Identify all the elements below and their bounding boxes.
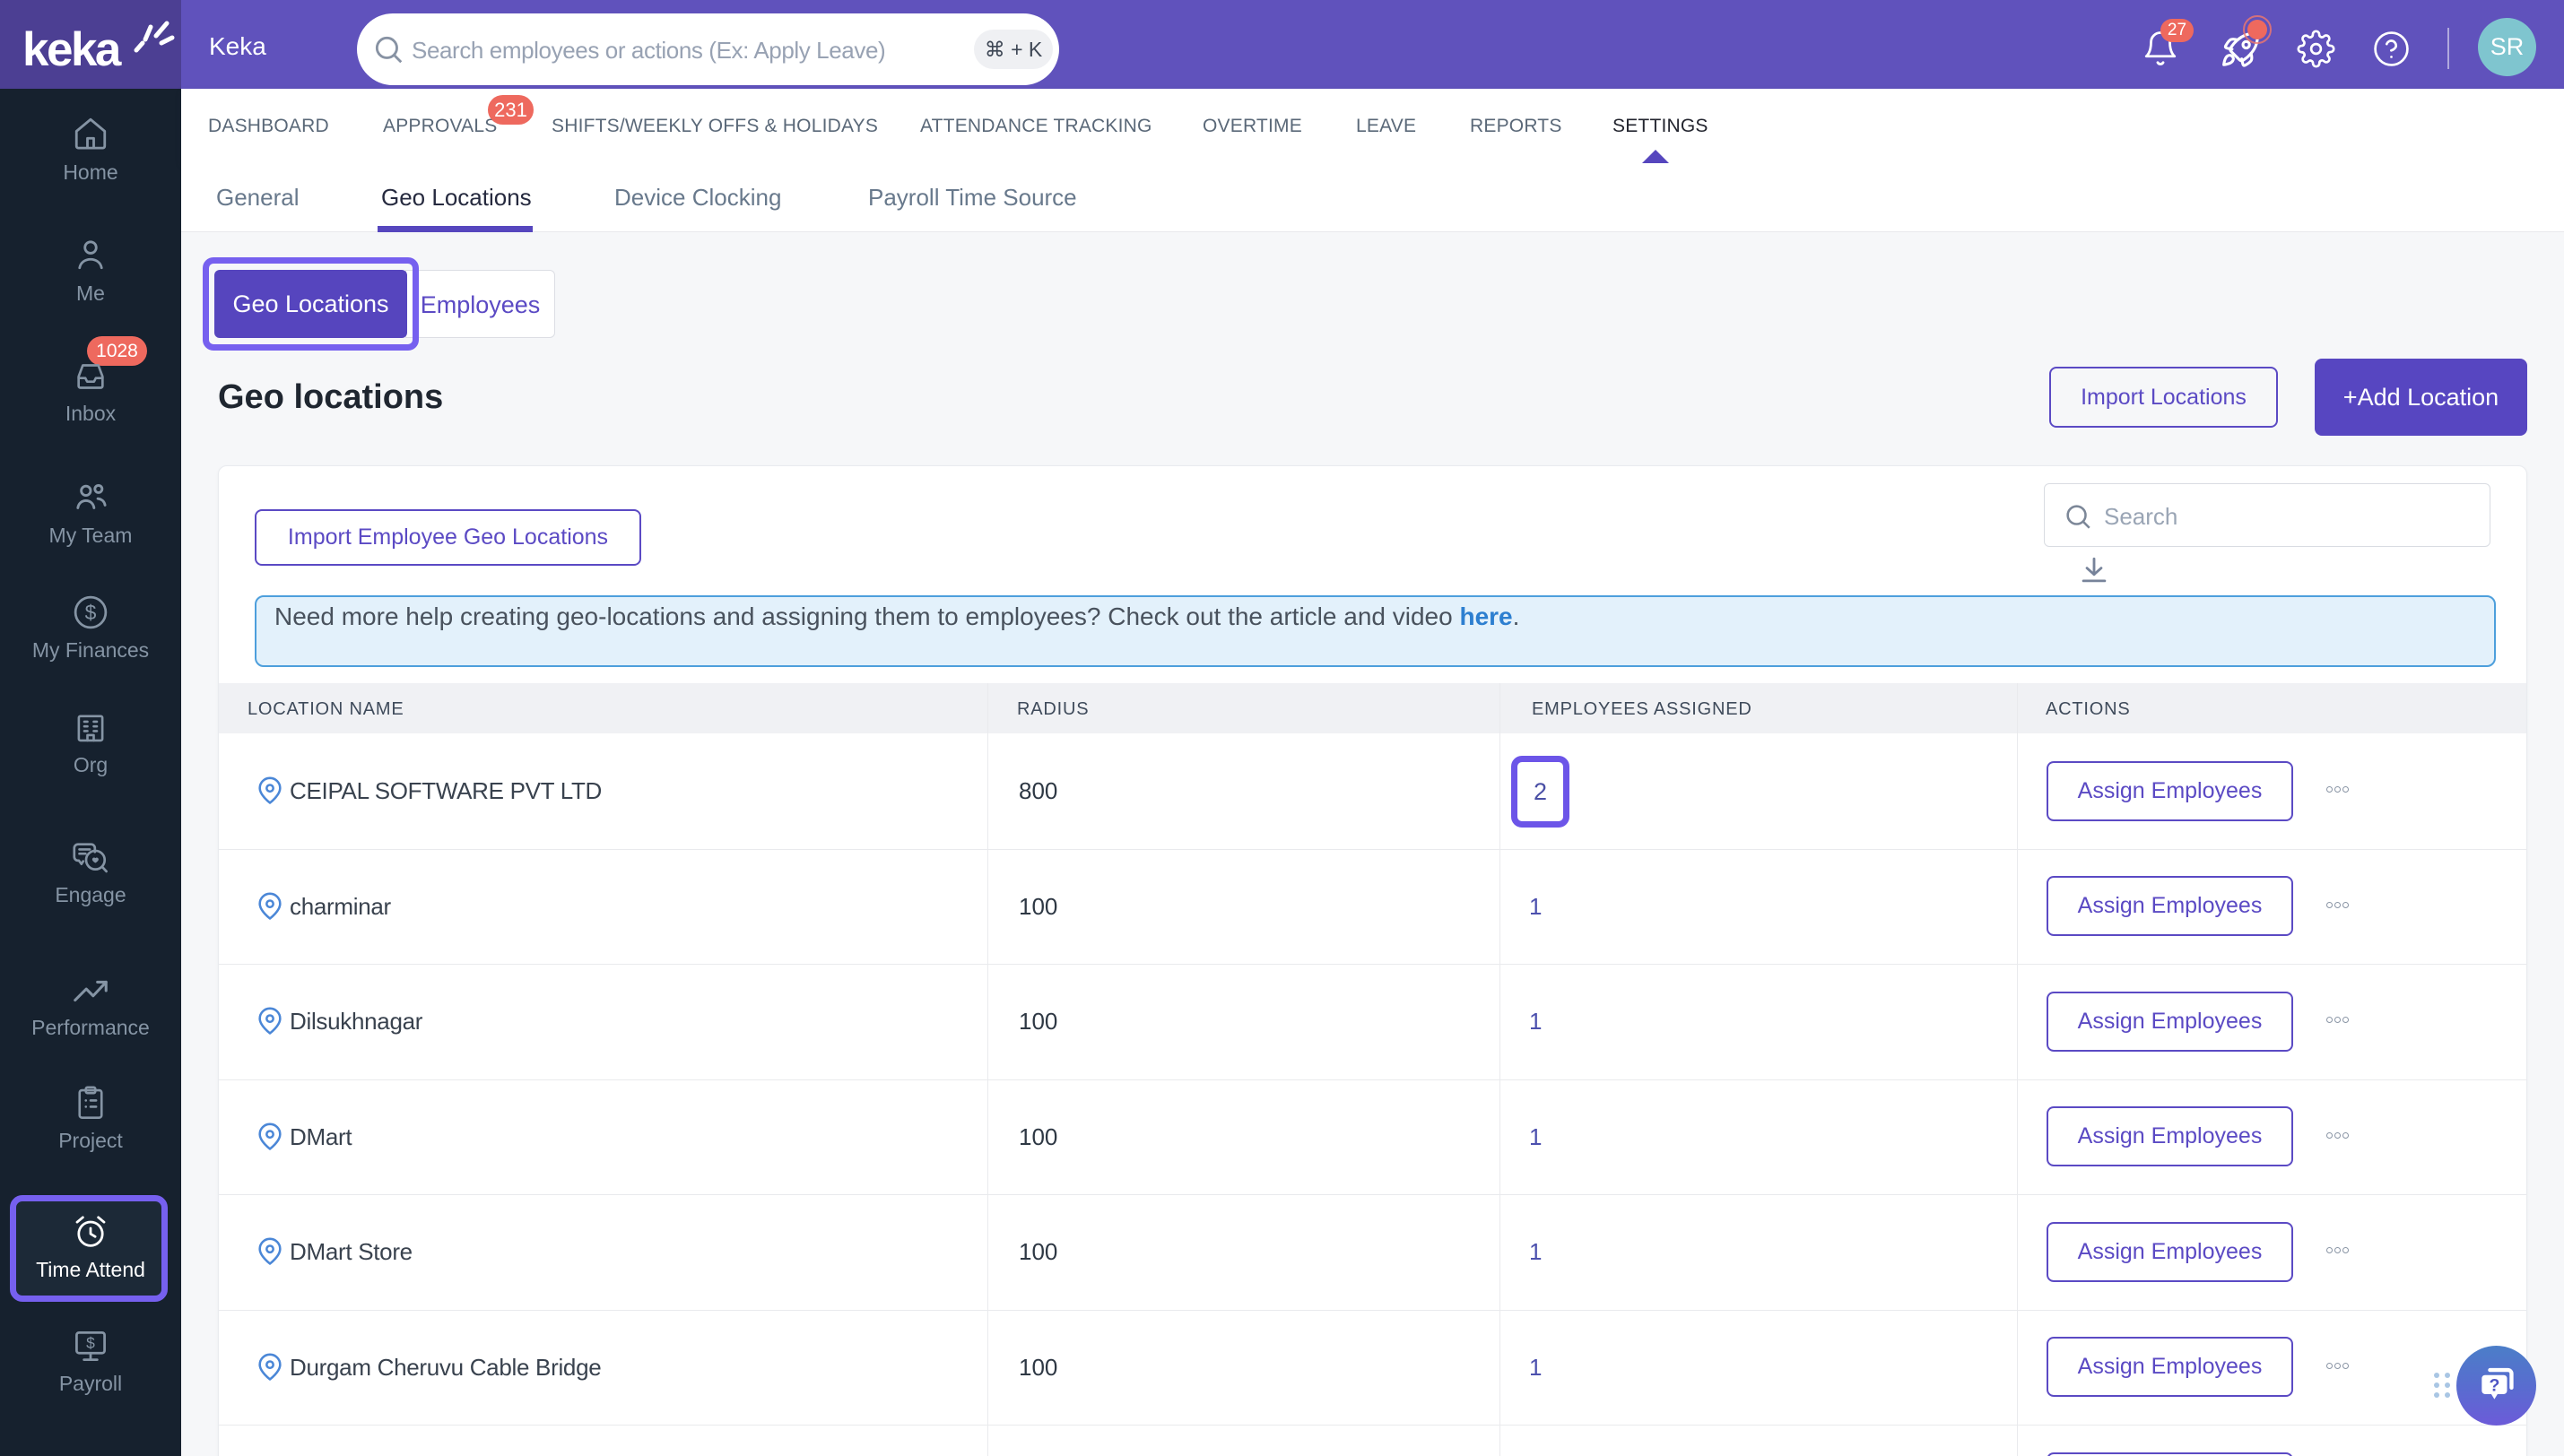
svg-text:$: $	[86, 1334, 95, 1352]
svg-text:$: $	[85, 601, 97, 624]
svg-text:?: ?	[2489, 1375, 2499, 1395]
